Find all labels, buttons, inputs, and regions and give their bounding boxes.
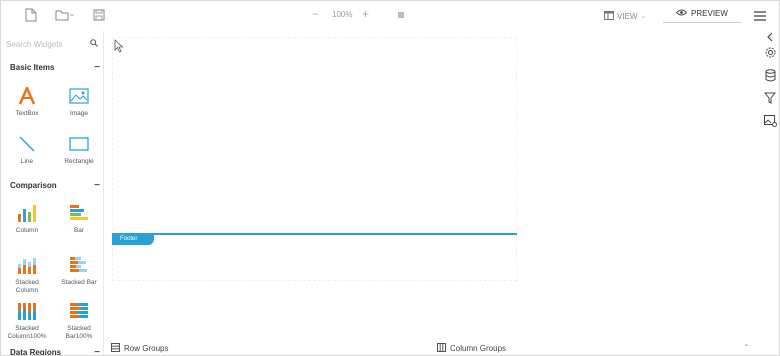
hamburger-menu-icon[interactable] [753, 9, 767, 21]
rectangle-icon [59, 134, 99, 154]
mouse-cursor-icon [114, 39, 124, 53]
row-groups-label: Row Groups [124, 344, 169, 353]
widget-line[interactable]: Line [7, 134, 47, 166]
columns-icon [437, 343, 446, 354]
chevron-left-icon[interactable] [763, 30, 777, 44]
section-comparison[interactable]: Comparison − [10, 179, 100, 191]
widget-panel: Search Widgets Basic Items − TextBox Ima… [1, 31, 104, 356]
top-toolbar: − 100% + VIEW ⌄ PREVIEW [1, 1, 779, 29]
stacked-bar100-icon [59, 301, 99, 321]
widget-label: TextBox [15, 110, 39, 117]
filter-icon[interactable] [763, 91, 777, 105]
section-data-regions[interactable]: Data Regions − [10, 346, 100, 356]
fit-page-icon[interactable] [393, 7, 409, 23]
widget-label: Line [20, 158, 34, 165]
widget-label: Stacked Bar100% [65, 325, 93, 340]
collapse-icon[interactable]: − [94, 180, 100, 191]
footer-tab[interactable]: Footer [112, 234, 154, 245]
widget-bar[interactable]: Bar [59, 203, 99, 235]
widget-rectangle[interactable]: Rectangle [59, 134, 99, 166]
stacked-column-icon [7, 255, 47, 275]
preview-label: PREVIEW [691, 9, 728, 18]
column-groups-label: Column Groups [450, 344, 507, 353]
widget-label: Rectangle [64, 158, 94, 165]
line-icon [7, 134, 47, 154]
widget-stacked-bar100[interactable]: Stacked Bar100% [59, 301, 99, 341]
widget-stacked-column100[interactable]: Stacked Column100% [7, 301, 47, 341]
zoom-out-button[interactable]: − [312, 6, 319, 22]
report-designer: − 100% + VIEW ⌄ PREVIEW Search Widgets B… [0, 0, 780, 356]
search-icon[interactable] [90, 39, 98, 49]
view-label: VIEW [617, 11, 638, 21]
search-widgets-input[interactable]: Search Widgets [6, 37, 98, 51]
textbox-icon [7, 86, 47, 106]
expand-up-icon[interactable]: ⌃ [743, 343, 750, 352]
widget-textbox[interactable]: TextBox [7, 86, 47, 118]
collapse-icon[interactable]: − [94, 347, 100, 356]
collapse-icon[interactable]: − [94, 62, 100, 73]
gear-icon[interactable] [763, 45, 777, 59]
widget-image[interactable]: Image [59, 86, 99, 118]
section-title: Basic Items [10, 62, 55, 72]
database-icon[interactable] [763, 68, 777, 82]
open-folder-icon[interactable] [55, 7, 75, 23]
grouping-bar: Row Groups Column Groups ⌃ [107, 340, 779, 355]
search-placeholder: Search Widgets [6, 39, 63, 49]
zoom-in-button[interactable]: + [362, 6, 369, 22]
eye-icon [675, 9, 688, 18]
widget-stacked-column[interactable]: Stacked Column [7, 255, 47, 295]
widget-label: Stacked Column [15, 279, 39, 294]
preview-button[interactable]: PREVIEW [663, 5, 741, 23]
image-settings-icon[interactable] [763, 114, 777, 128]
footer-divider[interactable] [112, 233, 517, 235]
new-file-icon[interactable] [23, 7, 39, 23]
bar-chart-icon [59, 203, 99, 223]
report-canvas[interactable] [112, 37, 517, 281]
column-groups-button[interactable]: Column Groups [437, 343, 506, 354]
widget-label: Column [15, 227, 39, 234]
widget-stacked-bar[interactable]: Stacked Bar [59, 255, 99, 287]
section-title: Comparison [10, 180, 57, 190]
zoom-level: 100% [332, 10, 353, 19]
chevron-down-icon: ⌄ [640, 13, 647, 20]
image-icon [59, 86, 99, 106]
section-title: Data Regions [10, 347, 62, 356]
section-basic-items[interactable]: Basic Items − [10, 61, 100, 73]
view-dropdown[interactable]: VIEW ⌄ [604, 9, 646, 23]
stacked-bar-icon [59, 255, 99, 275]
widget-column[interactable]: Column [7, 203, 47, 235]
layout-icon [604, 10, 614, 22]
widget-label: Image [69, 110, 89, 117]
widget-label: Stacked Column100% [7, 325, 47, 340]
save-icon[interactable] [91, 7, 107, 23]
row-groups-button[interactable]: Row Groups [111, 343, 168, 354]
stacked-column100-icon [7, 301, 47, 321]
widget-label: Stacked Bar [61, 279, 97, 286]
widget-label: Bar [73, 227, 85, 234]
rows-icon [111, 343, 120, 354]
column-chart-icon [7, 203, 47, 223]
